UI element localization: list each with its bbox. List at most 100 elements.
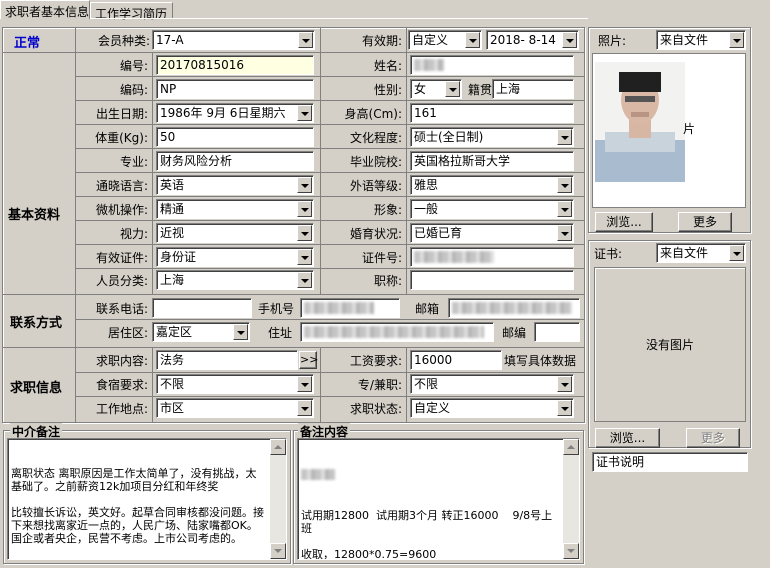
status-label: 正常: [14, 36, 41, 51]
photo-label: 照片:: [598, 34, 627, 48]
job-content-expand-button[interactable]: >>: [299, 351, 318, 369]
code-field[interactable]: NP: [156, 79, 314, 99]
member-type-select[interactable]: 17-A: [152, 30, 315, 50]
id-no-redacted: [414, 251, 494, 263]
certificate-description-field[interactable]: 证书说明: [592, 452, 748, 472]
district-label: 居住区:: [107, 326, 148, 340]
title-field[interactable]: [410, 270, 574, 290]
language-label: 通晓语言:: [95, 179, 148, 193]
mobile-redacted: [304, 302, 374, 314]
salary-field[interactable]: 16000: [410, 350, 502, 370]
photo-image: [595, 62, 685, 182]
person-class-label: 人员分类:: [95, 274, 148, 288]
section-job: 求职信息: [10, 381, 63, 396]
board-label: 食宿要求:: [95, 378, 148, 392]
appearance-label: 形象:: [373, 203, 402, 217]
tab-work-history[interactable]: 工作学习简历: [90, 2, 173, 21]
tab-basic-info[interactable]: 求职者基本信息: [0, 0, 90, 19]
vision-select[interactable]: 近视: [156, 223, 314, 243]
photo-frame: 片: [592, 53, 746, 208]
major-field[interactable]: 财务风险分析: [156, 151, 314, 171]
education-label: 文化程度:: [349, 131, 402, 145]
marital-label: 婚育状况:: [349, 227, 402, 241]
email-label: 邮箱: [415, 302, 440, 316]
education-select[interactable]: 硕士(全日制): [410, 127, 574, 147]
job-status-label: 求职状态:: [349, 402, 402, 416]
fulltime-label: 专/兼职:: [357, 378, 402, 392]
location-label: 工作地点:: [95, 402, 148, 416]
note-memo-text: 试用期12800 试用期3个月 转正16000 9/8号上班 收取，12800*…: [301, 509, 553, 560]
scroll-up-icon[interactable]: [563, 439, 579, 455]
weight-field[interactable]: 50: [156, 127, 314, 147]
code-label: 编码:: [119, 83, 148, 97]
job-content-field[interactable]: 法务: [156, 350, 298, 370]
certificate-source-select[interactable]: 来自文件: [656, 243, 746, 263]
scroll-down-icon[interactable]: [270, 543, 286, 559]
validity-mode-select[interactable]: 自定义: [408, 30, 482, 50]
name-label: 姓名:: [373, 59, 402, 73]
foreign-level-label: 外语等级:: [349, 179, 402, 193]
salary-hint: 填写具体数据: [504, 354, 577, 368]
name-field[interactable]: [410, 55, 574, 75]
title-label: 职称:: [373, 274, 402, 288]
gender-select[interactable]: 女: [410, 79, 462, 99]
number-field[interactable]: 20170815016: [156, 55, 314, 75]
note-memo-textarea[interactable]: 试用期12800 试用期3个月 转正16000 9/8号上班 收取，12800*…: [297, 438, 580, 560]
section-basic: 基本资料: [8, 208, 61, 223]
board-select[interactable]: 不限: [156, 374, 314, 394]
zip-field[interactable]: [534, 322, 580, 342]
email-redacted: [452, 302, 572, 314]
phone-field[interactable]: [152, 298, 252, 318]
weight-label: 体重(Kg):: [95, 131, 148, 145]
id-doc-select[interactable]: 身份证: [156, 247, 314, 267]
language-select[interactable]: 英语: [156, 175, 314, 195]
id-no-field[interactable]: [410, 247, 574, 267]
agent-memo-textarea[interactable]: 离职状态 离职原因是工作太简单了，没有挑战，太基础了。之前薪资12k加项目分红和…: [7, 438, 287, 560]
validity-label: 有效期:: [361, 34, 402, 48]
photo-source-select[interactable]: 来自文件: [656, 30, 746, 50]
native-place-label: 籍贯: [468, 83, 493, 97]
appearance-select[interactable]: 一般: [410, 199, 574, 219]
scroll-down-icon[interactable]: [563, 543, 579, 559]
section-contact: 联系方式: [10, 316, 63, 331]
gender-label: 性别:: [373, 83, 402, 97]
school-field[interactable]: 英国格拉斯哥大学: [410, 151, 574, 171]
birth-date-picker[interactable]: 1986年 9月 6日星期六: [156, 103, 314, 123]
note-memo-scrollbar[interactable]: [563, 439, 579, 559]
marital-select[interactable]: 已婚已育: [410, 223, 574, 243]
computer-label: 微机操作:: [95, 203, 148, 217]
certificate-browse-button[interactable]: 浏览...: [595, 428, 660, 448]
mobile-field[interactable]: [300, 298, 400, 318]
foreign-level-select[interactable]: 雅思: [410, 175, 574, 195]
job-status-select[interactable]: 自定义: [410, 398, 574, 418]
school-label: 毕业院校:: [349, 155, 402, 169]
location-select[interactable]: 市区: [156, 398, 314, 418]
number-label: 编号:: [119, 59, 148, 73]
height-label: 身高(Cm):: [344, 107, 402, 121]
validity-date-picker[interactable]: 2018- 8-14: [486, 30, 579, 50]
id-doc-label: 有效证件:: [95, 251, 148, 265]
birth-date-label: 出生日期:: [95, 107, 148, 121]
photo-side-char: 片: [683, 122, 696, 136]
certificate-no-image-text: 没有图片: [645, 338, 694, 352]
job-content-label: 求职内容:: [95, 354, 148, 368]
salary-label: 工资要求:: [349, 354, 402, 368]
photo-browse-button[interactable]: 浏览...: [595, 212, 653, 232]
member-type-label: 会员种类:: [97, 34, 150, 48]
fulltime-select[interactable]: 不限: [410, 374, 574, 394]
scroll-up-icon[interactable]: [270, 439, 286, 455]
agent-memo-text: 离职状态 离职原因是工作太简单了，没有挑战，太基础了。之前薪资12k加项目分红和…: [11, 467, 264, 545]
person-class-select[interactable]: 上海: [156, 270, 314, 290]
district-select[interactable]: 嘉定区: [152, 322, 250, 342]
mobile-label: 手机号: [258, 302, 295, 316]
id-no-label: 证件号:: [361, 251, 402, 265]
agent-memo-scrollbar[interactable]: [270, 439, 286, 559]
height-field[interactable]: 161: [410, 103, 574, 123]
computer-select[interactable]: 精通: [156, 199, 314, 219]
address-field[interactable]: [300, 322, 494, 342]
native-place-field[interactable]: 上海: [492, 79, 574, 99]
email-field[interactable]: [448, 298, 580, 318]
phone-label: 联系电话:: [95, 302, 148, 316]
zip-label: 邮编: [502, 326, 527, 340]
photo-more-button[interactable]: 更多: [678, 212, 732, 232]
